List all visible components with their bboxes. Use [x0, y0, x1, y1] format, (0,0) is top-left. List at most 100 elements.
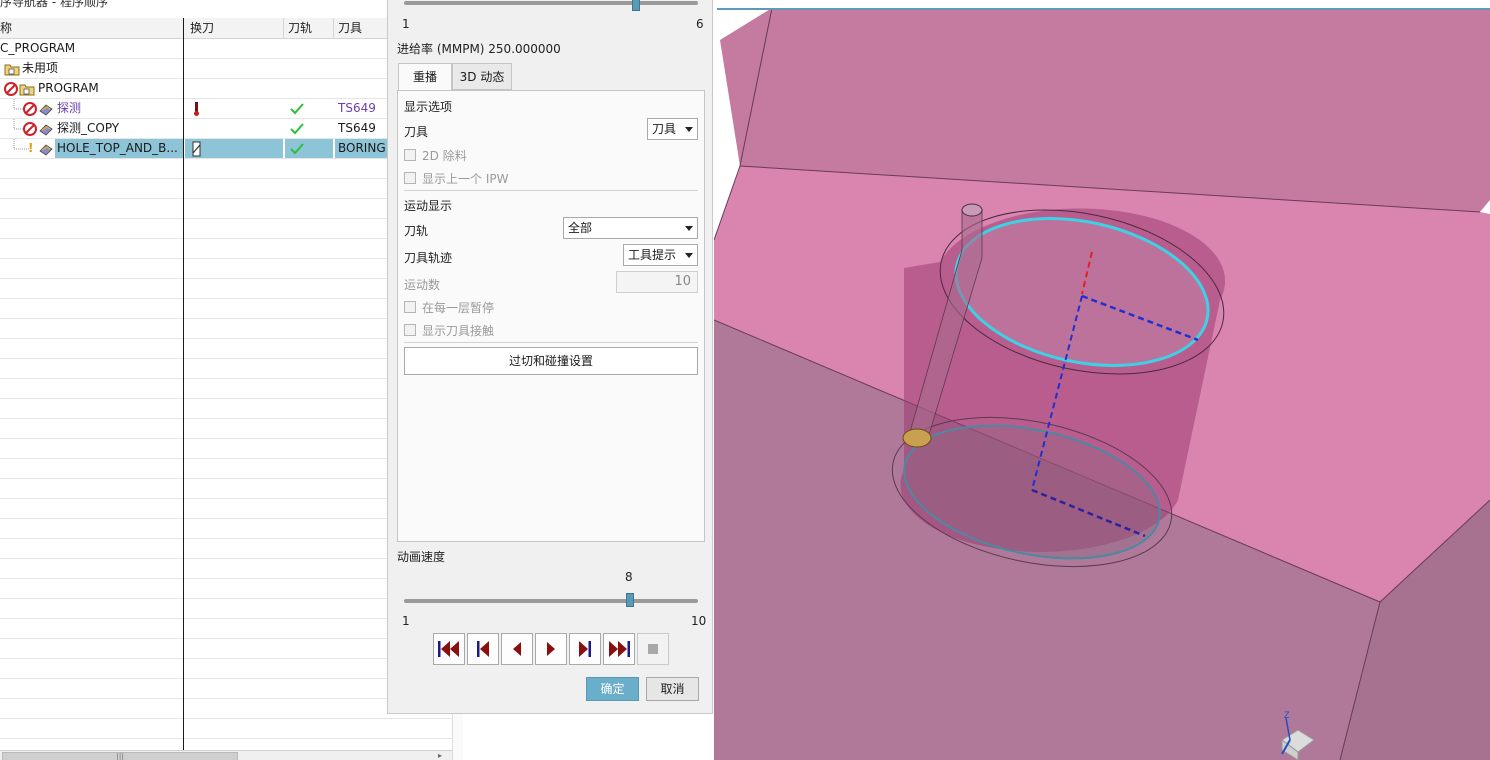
- empty-row: [0, 179, 452, 199]
- empty-row: [0, 219, 452, 239]
- row-name: 探测_COPY: [57, 121, 120, 135]
- triad-z-label: Z: [1284, 710, 1290, 720]
- empty-row: [0, 419, 452, 439]
- empty-row: [0, 639, 452, 659]
- play-forward-button[interactable]: [535, 633, 567, 665]
- column-header-name[interactable]: 称: [0, 18, 184, 38]
- fast-forward-to-end-button[interactable]: [603, 633, 635, 665]
- step-slider-track[interactable]: [404, 1, 698, 5]
- row-name: C_PROGRAM: [0, 41, 76, 55]
- anim-speed-min: 1: [402, 614, 410, 628]
- chevron-down-icon: [685, 253, 693, 258]
- tool-display-select[interactable]: 刀具: [647, 118, 698, 140]
- row-name: 探测: [57, 101, 82, 115]
- empty-row: [0, 559, 452, 579]
- view-triad[interactable]: Z: [1262, 710, 1322, 760]
- row-name: PROGRAM: [38, 81, 99, 95]
- empty-row: [0, 279, 452, 299]
- empty-row: [0, 479, 452, 499]
- checkbox-2d-removal[interactable]: [404, 149, 416, 161]
- display-options-heading: 显示选项: [404, 100, 453, 114]
- table-row[interactable]: C_PROGRAM: [0, 39, 452, 59]
- toolpath-visualization-dialog: 1 6 进给率 (MMPM) 250.000000 重播 3D 动态 显示选项 …: [387, 0, 713, 714]
- column-divider: [183, 18, 184, 750]
- checkbox-show-tool-contact[interactable]: [404, 324, 416, 336]
- tool-trace-select[interactable]: 工具提示: [623, 244, 698, 266]
- table-row[interactable]: ! HOLE_TOP_AND_B... BORING: [0, 139, 452, 159]
- replay-panel: 显示选项 刀具 刀具 2D 除料 显示上一个 IPW 运动显示 刀轨 全部 刀具…: [397, 90, 705, 542]
- play-backward-button[interactable]: [501, 633, 533, 665]
- navigator-title: 序导航器 - 程序顺序: [0, 0, 108, 9]
- step-slider-thumb[interactable]: [632, 0, 640, 11]
- empty-row: [0, 519, 452, 539]
- empty-row: [0, 439, 452, 459]
- table-row[interactable]: 探测 TS649: [0, 99, 452, 119]
- skip-to-start-icon: [438, 641, 459, 657]
- checkbox-pause-each-layer-label: 在每一层暂停: [422, 301, 495, 315]
- step-slider-max: 6: [696, 17, 704, 31]
- motion-count-label: 运动数: [404, 278, 441, 292]
- empty-row: [0, 619, 452, 639]
- operation-icon: [39, 104, 53, 116]
- viewport-border: [717, 0, 1490, 10]
- table-row[interactable]: PROGRAM: [0, 79, 452, 99]
- stop-icon: [648, 644, 658, 654]
- step-backward-button[interactable]: [467, 633, 499, 665]
- tool-display-value: 刀具: [652, 122, 677, 136]
- chevron-down-icon: [685, 127, 693, 132]
- tool-tip: [902, 428, 932, 448]
- toolpath-display-select[interactable]: 全部: [563, 217, 698, 239]
- empty-row: [0, 259, 452, 279]
- no-entry-icon: [23, 122, 37, 136]
- chevron-down-icon: [685, 226, 693, 231]
- checkmark-icon: [290, 123, 304, 135]
- skip-to-end-icon: [609, 641, 630, 657]
- rewind-to-start-button[interactable]: [433, 633, 465, 665]
- part-model: [714, 7, 1490, 760]
- empty-row: [0, 459, 452, 479]
- step-back-icon: [477, 641, 489, 657]
- table-row[interactable]: 探测_COPY TS649: [0, 119, 452, 139]
- scrollbar-thumb[interactable]: |||: [2, 752, 238, 760]
- checkbox-pause-each-layer[interactable]: [404, 301, 416, 313]
- column-header-toolpath[interactable]: 刀轨: [284, 18, 334, 38]
- navigator-header: 称 换刀 刀轨 刀具: [0, 18, 452, 39]
- motion-count-input[interactable]: 10: [616, 271, 698, 293]
- navigator-rows: C_PROGRAM 未用项 PROGRAM 探测 TS649 探测_COPY T…: [0, 39, 452, 759]
- folder-icon: [4, 64, 20, 76]
- graphics-viewport[interactable]: Z: [714, 0, 1490, 760]
- empty-row: [0, 719, 452, 739]
- grip-icon: |||: [116, 752, 125, 760]
- anim-speed-slider-thumb[interactable]: [626, 593, 634, 607]
- checkmark-icon: [290, 103, 304, 115]
- motion-display-heading: 运动显示: [404, 199, 453, 213]
- empty-row: [0, 379, 452, 399]
- checkbox-prev-ipw[interactable]: [404, 172, 416, 184]
- step-forward-button[interactable]: [569, 633, 601, 665]
- folder-icon: [19, 84, 35, 96]
- ok-button[interactable]: 确定: [586, 677, 639, 701]
- anim-speed-slider-track[interactable]: [404, 599, 698, 603]
- horizontal-scrollbar[interactable]: ||| ▸: [0, 750, 452, 760]
- checkbox-2d-removal-label: 2D 除料: [422, 149, 467, 163]
- scroll-right-icon[interactable]: ▸: [438, 751, 442, 760]
- empty-row: [0, 319, 452, 339]
- empty-row: [0, 499, 452, 519]
- checkmark-icon: [290, 143, 304, 155]
- stop-button[interactable]: [637, 633, 669, 665]
- cancel-button[interactable]: 取消: [646, 677, 699, 701]
- tree-connector: [13, 139, 30, 150]
- toolpath-display-value: 全部: [568, 221, 593, 235]
- empty-row: [0, 599, 452, 619]
- separator: [404, 342, 698, 343]
- gouge-collision-settings-button[interactable]: 过切和碰撞设置: [404, 347, 698, 375]
- toolpath-display-label: 刀轨: [404, 224, 429, 238]
- step-slider-min: 1: [402, 17, 410, 31]
- table-row[interactable]: 未用项: [0, 59, 452, 79]
- column-header-toolchange[interactable]: 换刀: [184, 18, 284, 38]
- tab-replay[interactable]: 重播: [398, 63, 452, 91]
- tab-3d-dynamic[interactable]: 3D 动态: [452, 63, 512, 90]
- empty-row: [0, 339, 452, 359]
- empty-row: [0, 679, 452, 699]
- separator: [404, 190, 698, 191]
